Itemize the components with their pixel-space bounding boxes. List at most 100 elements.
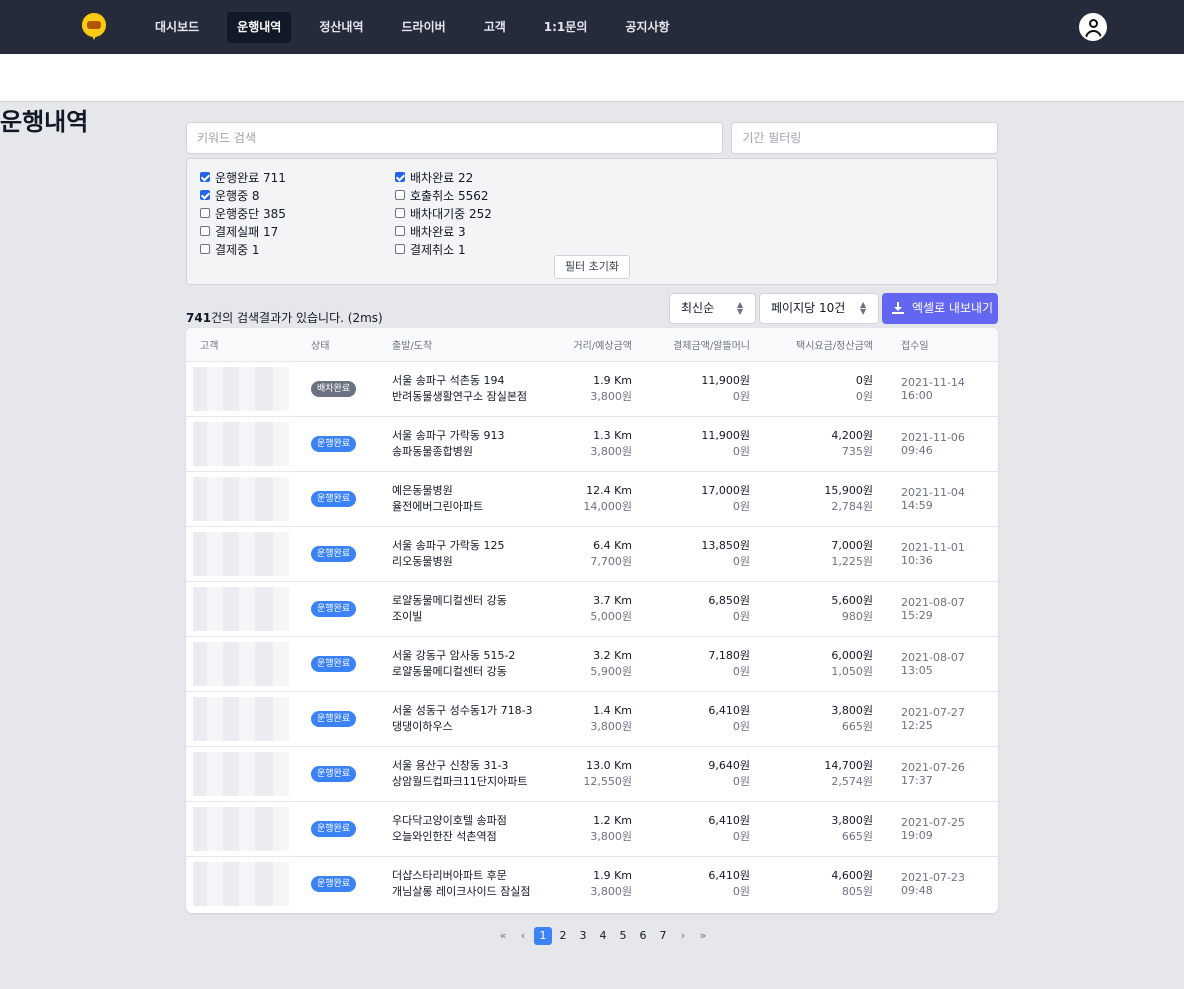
page-number-button[interactable]: 4	[593, 927, 613, 945]
nav-item[interactable]: 정산내역	[309, 12, 373, 43]
point-text: 0원	[732, 499, 750, 513]
filter-checkbox[interactable]	[395, 172, 405, 182]
table-header-row: 고객 상태 출발/도착 거리/예상금액 결제금액/알뜰머니 택시요금/정산금액 접수일	[186, 328, 998, 362]
customer-cell	[186, 526, 311, 582]
nav-item[interactable]: 대시보드	[145, 12, 209, 43]
nav-item[interactable]: 공지사항	[615, 12, 679, 43]
payment-cell: 9,640원 0원	[632, 746, 750, 802]
customer-cell	[186, 361, 311, 417]
per-page-select-value: 페이지당 10건	[771, 301, 846, 315]
filter-option[interactable]: 배차완료 3	[395, 222, 492, 240]
filter-option[interactable]: 결제실패 17	[200, 222, 286, 240]
page-number-button[interactable]: 3	[573, 927, 593, 945]
payment-cell: 7,180원 0원	[632, 636, 750, 692]
filter-checkbox[interactable]	[200, 172, 210, 182]
download-icon	[892, 302, 904, 314]
point-text: 0원	[732, 719, 750, 733]
destination-text: 로얄동물메디컬센터 강동	[392, 664, 507, 678]
filter-option[interactable]: 배차대기중 252	[395, 204, 492, 222]
filter-checkbox[interactable]	[200, 190, 210, 200]
table-row[interactable]: 운행완료 더샵스타리버아파트 후문 개님살롱 레이크사이드 잠실점 1.9 Km 3,8…	[186, 856, 998, 911]
nav-item[interactable]: 고객	[474, 12, 516, 43]
customer-cell	[186, 416, 311, 472]
next-page-button[interactable]: ›	[673, 927, 693, 945]
trip-table: 고객 상태 출발/도착 거리/예상금액 결제금액/알뜰머니 택시요금/정산금액 접수일 배차…	[186, 328, 998, 911]
page-number-button[interactable]: 1	[534, 927, 552, 945]
distance-cell: 6.4 Km 7,700원	[552, 526, 632, 582]
route-cell: 로얄동물메디컬센터 강동 조이빌	[392, 581, 552, 637]
date-cell: 2021-11-06 09:46	[873, 416, 998, 472]
estimate-text: 14,000원	[583, 499, 632, 513]
table-row[interactable]: 운행완료 서울 강동구 암사동 515-2 로얄동물메디컬센터 강동 3.2 Km 5,…	[186, 636, 998, 692]
table-row[interactable]: 운행완료 서울 송파구 가락동 125 리오동물병원 6.4 Km 7,700원 13,8…	[186, 526, 998, 582]
filter-checkbox[interactable]	[200, 226, 210, 236]
filter-checkbox[interactable]	[395, 208, 405, 218]
filter-checkbox[interactable]	[395, 190, 405, 200]
table-row[interactable]: 운행완료 로얄동물메디컬센터 강동 조이빌 3.7 Km 5,000원 6,850원 0원 5…	[186, 581, 998, 637]
filter-option[interactable]: 운행중단 385	[200, 204, 286, 222]
customer-cell	[186, 856, 311, 911]
customer-avatar-blurred	[193, 421, 289, 466]
table-row[interactable]: 운행완료 서울 성동구 성수동1가 718-3 댕댕이하우스 1.4 Km 3,800원…	[186, 691, 998, 747]
destination-text: 리오동물병원	[392, 554, 453, 568]
route-cell: 우다닥고양이호텔 송파점 오늘와인한잔 석촌역점	[392, 801, 552, 857]
fare-cell: 5,600원 980원	[750, 581, 873, 637]
filter-option[interactable]: 호출취소 5562	[395, 186, 492, 204]
fare-text: 3,800원	[831, 703, 873, 717]
payment-text: 13,850원	[701, 538, 750, 552]
filter-option[interactable]: 운행중 8	[200, 186, 286, 204]
nav-item[interactable]: 운행내역	[227, 12, 292, 43]
fare-cell: 4,200원 735원	[750, 416, 873, 472]
page-number-button[interactable]: 2	[553, 927, 573, 945]
table-row[interactable]: 운행완료 우다닥고양이호텔 송파점 오늘와인한잔 석촌역점 1.2 Km 3,800원 6…	[186, 801, 998, 857]
filter-option[interactable]: 운행완료 711	[200, 168, 286, 186]
nav-item[interactable]: 드라이버	[392, 12, 456, 43]
page-number-button[interactable]: 5	[613, 927, 633, 945]
filter-option[interactable]: 배차완료 22	[395, 168, 492, 186]
customer-avatar-blurred	[193, 806, 289, 851]
filter-option-label: 결제중 1	[215, 242, 260, 257]
reset-filter-button[interactable]: 필터 초기화	[554, 255, 630, 279]
sort-select[interactable]: 최신순 ▲ ▼	[669, 293, 756, 324]
table-row[interactable]: 운행완료 서울 송파구 가락동 913 송파동물종합병원 1.3 Km 3,800원 11…	[186, 416, 998, 472]
first-page-button[interactable]: «	[493, 927, 513, 945]
filter-checkbox[interactable]	[395, 226, 405, 236]
settlement-text: 2,574원	[831, 774, 873, 788]
distance-text: 3.2 Km	[593, 648, 632, 662]
prev-page-button[interactable]: ‹	[513, 927, 533, 945]
settlement-text: 665원	[841, 719, 873, 733]
table-row[interactable]: 운행완료 서울 용산구 신창동 31-3 상암월드컵파크11단지아파트 13.0 Km…	[186, 746, 998, 802]
origin-text: 우다닥고양이호텔 송파점	[392, 813, 507, 827]
filter-checkbox[interactable]	[200, 208, 210, 218]
app-logo[interactable]	[82, 13, 106, 41]
filter-option[interactable]: 결제취소 1	[395, 240, 492, 258]
route-cell: 서울 강동구 암사동 515-2 로얄동물메디컬센터 강동	[392, 636, 552, 692]
filter-option[interactable]: 결제중 1	[200, 240, 286, 258]
last-page-button[interactable]: »	[693, 927, 713, 945]
fare-text: 7,000원	[831, 538, 873, 552]
user-profile-icon[interactable]	[1079, 13, 1107, 41]
origin-text: 서울 강동구 암사동 515-2	[392, 648, 516, 662]
export-excel-button[interactable]: 엑셀로 내보내기	[882, 293, 998, 324]
period-filter-input[interactable]: 기간 필터링	[731, 122, 998, 154]
filter-checkbox[interactable]	[200, 244, 210, 254]
select-arrows-icon: ▲ ▼	[860, 300, 867, 316]
status-badge: 운행완료	[311, 655, 357, 672]
payment-cell: 6,410원 0원	[632, 856, 750, 911]
keyword-search-input[interactable]: 키워드 검색	[186, 122, 724, 154]
page-number-button[interactable]: 6	[633, 927, 653, 945]
table-row[interactable]: 배차완료 서울 송파구 석촌동 194 반려동물생활연구소 잠실본점 1.9 Km 3,…	[186, 361, 998, 417]
per-page-select[interactable]: 페이지당 10건 ▲ ▼	[759, 293, 879, 324]
route-cell: 서울 성동구 성수동1가 718-3 댕댕이하우스	[392, 691, 552, 747]
nav-item[interactable]: 1:1문의	[534, 12, 598, 43]
route-cell: 서울 용산구 신창동 31-3 상암월드컵파크11단지아파트	[392, 746, 552, 802]
column-header: 출발/도착	[392, 328, 552, 362]
main-menu: 대시보드 운행내역 정산내역 드라이버 고객 1:1문의 공지사항	[145, 12, 698, 43]
payment-text: 17,000원	[701, 483, 750, 497]
filter-checkbox[interactable]	[395, 244, 405, 254]
page-number-button[interactable]: 7	[653, 927, 673, 945]
status-cell: 운행완료	[311, 691, 392, 747]
customer-avatar-blurred	[193, 751, 289, 796]
filter-option-label: 결제취소 1	[410, 242, 466, 257]
table-row[interactable]: 운행완료 예은동물병원 율전에버그린아파트 12.4 Km 14,000원 17,000원…	[186, 471, 998, 527]
